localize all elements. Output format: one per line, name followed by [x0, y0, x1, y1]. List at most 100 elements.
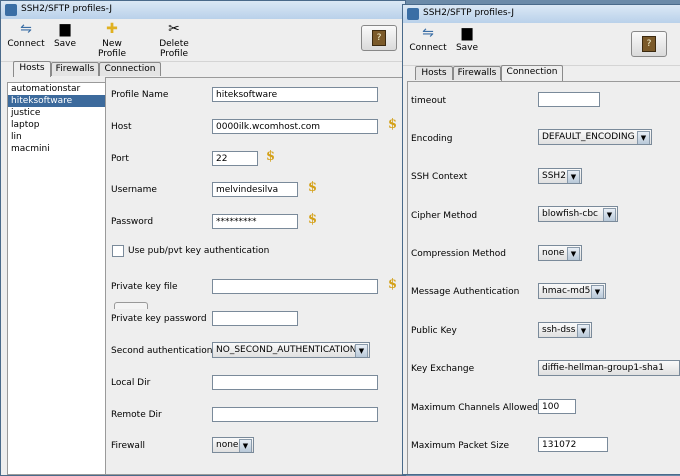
tab-connection[interactable]: Connection	[99, 62, 161, 76]
key-exchange-label: Key Exchange	[411, 364, 475, 374]
connect-label: Connect	[409, 43, 447, 53]
cipher-method-value: blowfish-cbc	[542, 209, 598, 219]
dollar-variable-icon[interactable]: $	[308, 212, 317, 227]
profile-name-label: Profile Name	[111, 90, 169, 100]
second-auth-value: NO_SECOND_AUTHENTICATION	[216, 345, 357, 355]
tab-hosts[interactable]: Hosts	[13, 61, 51, 77]
connect-button[interactable]: ⇋ Connect	[409, 25, 447, 53]
host-form-panel: Profile Name hiteksoftware Host 0000ilk.…	[105, 77, 405, 475]
ssh-context-select[interactable]: SSH2 ▼	[538, 168, 582, 184]
tab-firewalls[interactable]: Firewalls	[51, 62, 99, 76]
left-tab-strip: Hosts Firewalls Connection	[1, 61, 405, 77]
private-key-password-input[interactable]	[212, 311, 298, 326]
username-label: Username	[111, 185, 157, 195]
chevron-down-icon[interactable]: ▼	[355, 344, 368, 357]
app-icon	[407, 8, 419, 20]
chevron-down-icon[interactable]: ▼	[577, 324, 590, 337]
private-key-file-input[interactable]	[212, 279, 378, 294]
list-item[interactable]: lin	[8, 131, 106, 143]
chevron-down-icon[interactable]: ▼	[567, 170, 580, 183]
cipher-method-label: Cipher Method	[411, 211, 478, 221]
dollar-variable-icon[interactable]: $	[388, 277, 397, 292]
save-label: Save	[455, 43, 479, 53]
private-key-file-label: Private key file	[111, 282, 178, 292]
private-key-password-label: Private key password	[111, 314, 207, 324]
dollar-variable-icon[interactable]: $	[388, 117, 397, 132]
port-input[interactable]: 22	[212, 151, 258, 166]
new-profile-label: New Profile	[98, 39, 126, 59]
chevron-down-icon[interactable]: ▼	[637, 131, 650, 144]
host-list: automationstar hiteksoftware justice lap…	[7, 82, 107, 475]
connect-icon: ⇋	[422, 25, 434, 41]
second-auth-label: Second authentication	[111, 346, 213, 356]
encoding-select[interactable]: DEFAULT_ENCODING ▼	[538, 129, 652, 145]
public-key-label: Public Key	[411, 326, 457, 336]
max-channels-input[interactable]: 100	[538, 399, 576, 414]
public-key-select[interactable]: ssh-dss ▼	[538, 322, 592, 338]
second-auth-select[interactable]: NO_SECOND_AUTHENTICATION ▼	[212, 342, 370, 358]
remote-dir-label: Remote Dir	[111, 410, 162, 420]
right-toolbar: ⇋ Connect ▆ Save ?	[403, 23, 680, 66]
right-window: SSH2/SFTP profiles-J ⇋ Connect ▆ Save ? …	[402, 4, 680, 475]
cipher-method-select[interactable]: blowfish-cbc ▼	[538, 206, 618, 222]
help-book-icon: ?	[642, 36, 656, 52]
remote-dir-input[interactable]	[212, 407, 378, 422]
compression-method-label: Compression Method	[411, 249, 507, 259]
tab-firewalls[interactable]: Firewalls	[453, 66, 501, 80]
new-profile-icon: ✚	[106, 21, 118, 37]
encoding-label: Encoding	[411, 134, 453, 144]
right-tab-strip: Hosts Firewalls Connection	[403, 65, 680, 81]
dollar-variable-icon[interactable]: $	[308, 180, 317, 195]
timeout-label: timeout	[411, 96, 447, 106]
left-title-bar[interactable]: SSH2/SFTP profiles-J	[1, 1, 405, 19]
timeout-input[interactable]	[538, 92, 600, 107]
help-button[interactable]: ?	[631, 31, 667, 57]
list-item[interactable]: macmini	[8, 143, 106, 155]
chevron-down-icon[interactable]: ▼	[239, 439, 252, 452]
profile-name-input[interactable]: hiteksoftware	[212, 87, 378, 102]
save-label: Save	[53, 39, 77, 49]
host-input[interactable]: 0000ilk.wcomhost.com	[212, 119, 378, 134]
max-packet-size-input[interactable]: 131072	[538, 437, 608, 452]
public-key-value: ssh-dss	[542, 325, 576, 335]
chevron-down-icon[interactable]: ▼	[603, 208, 616, 221]
connect-button[interactable]: ⇋ Connect	[7, 21, 45, 49]
host-label: Host	[111, 122, 132, 132]
help-button[interactable]: ?	[361, 25, 397, 51]
list-item[interactable]: automationstar	[8, 83, 106, 95]
help-book-icon: ?	[372, 30, 386, 46]
list-item-selected[interactable]: hiteksoftware	[8, 95, 106, 107]
pubkey-label: Use pub/pvt key authentication	[128, 246, 270, 256]
chevron-down-icon[interactable]: ▼	[591, 285, 604, 298]
browse-button[interactable]	[114, 302, 148, 309]
list-item[interactable]: laptop	[8, 119, 106, 131]
firewall-value: none	[216, 440, 239, 450]
message-authentication-select[interactable]: hmac-md5 ▼	[538, 283, 606, 299]
ssh-context-label: SSH Context	[411, 172, 468, 182]
max-packet-size-label: Maximum Packet Size	[411, 441, 509, 451]
tab-connection[interactable]: Connection	[501, 65, 563, 81]
chevron-down-icon[interactable]: ▼	[567, 247, 580, 260]
key-exchange-select[interactable]: diffie-hellman-group1-sha1	[538, 360, 680, 376]
firewall-select[interactable]: none ▼	[212, 437, 254, 453]
right-window-title: SSH2/SFTP profiles-J	[423, 8, 514, 18]
max-channels-label: Maximum Channels Allowed	[411, 403, 538, 413]
tab-hosts[interactable]: Hosts	[415, 66, 453, 80]
list-item[interactable]: justice	[8, 107, 106, 119]
password-input[interactable]: *********	[212, 214, 298, 229]
pubkey-checkbox[interactable]	[112, 245, 124, 257]
dollar-variable-icon[interactable]: $	[266, 149, 275, 164]
connect-icon: ⇋	[20, 21, 32, 37]
local-dir-input[interactable]	[212, 375, 378, 390]
compression-method-select[interactable]: none ▼	[538, 245, 582, 261]
save-button[interactable]: ▆ Save	[51, 21, 79, 49]
password-label: Password	[111, 217, 154, 227]
right-title-bar[interactable]: SSH2/SFTP profiles-J	[403, 5, 680, 23]
message-authentication-label: Message Authentication	[411, 287, 520, 297]
username-input[interactable]: melvindesilva	[212, 182, 298, 197]
left-window: SSH2/SFTP profiles-J ⇋ Connect ▆ Save ✚ …	[0, 0, 406, 476]
delete-profile-button[interactable]: ✂ Delete Profile	[145, 21, 203, 59]
left-toolbar: ⇋ Connect ▆ Save ✚ New Profile ✂ Delete …	[1, 19, 405, 62]
save-button[interactable]: ▆ Save	[453, 25, 481, 53]
new-profile-button[interactable]: ✚ New Profile	[87, 21, 137, 59]
